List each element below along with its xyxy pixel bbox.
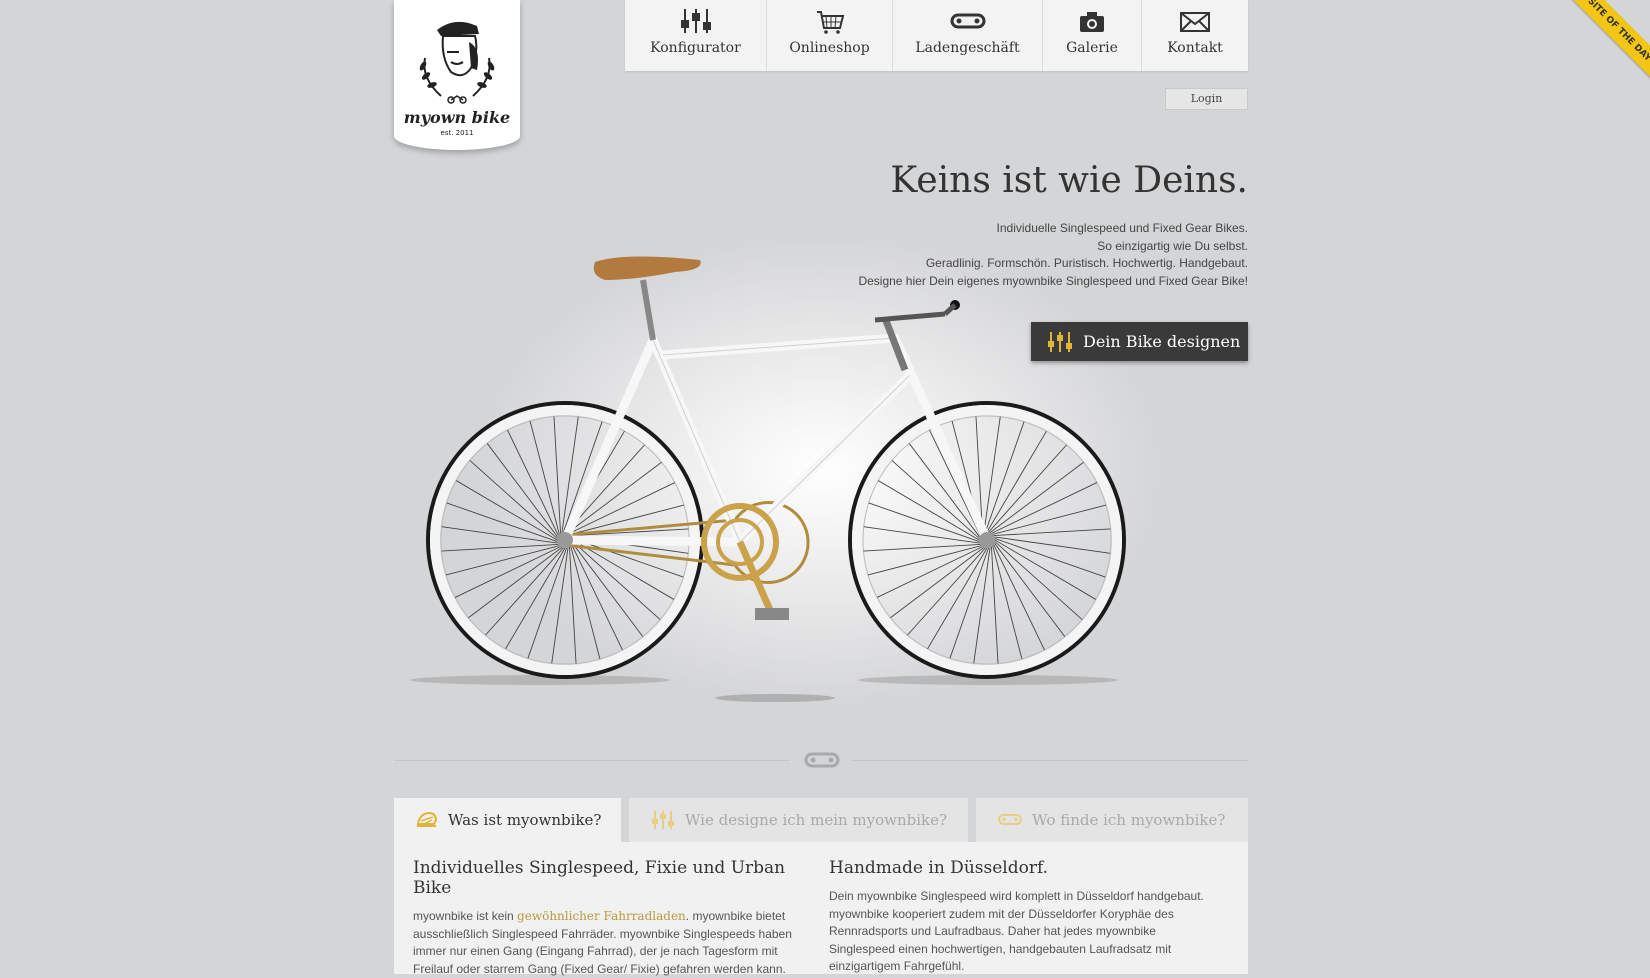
spoke <box>994 538 1106 578</box>
content-left-text: myownbike ist kein gewöhnlicher Fahrradl… <box>413 908 808 978</box>
chain-link-icon <box>804 752 840 768</box>
chain-link-icon <box>950 13 985 29</box>
spoke <box>994 536 1111 554</box>
nav-konfigurator[interactable]: Konfigurator <box>625 0 767 71</box>
spoke <box>929 429 981 536</box>
spoke <box>983 416 1001 533</box>
content-left: Individuelles Singlespeed, Fixie und Urb… <box>413 858 808 978</box>
nav-label: Ladengeschäft <box>915 40 1020 56</box>
tagline-line: So einzigartig wie Du selbst. <box>1097 238 1248 253</box>
content-right: Handmade in Düsseldorf. Dein myownbike S… <box>829 858 1224 976</box>
spoke <box>973 547 991 664</box>
design-bike-button[interactable]: Dein Bike designen <box>1031 322 1248 361</box>
main-nav: Konfigurator Onlineshop Ladengeschäft Ga… <box>625 0 1248 71</box>
spoke <box>993 544 1045 651</box>
content-left-intro: myownbike ist kein <box>413 909 518 923</box>
design-bike-label: Dein Bike designen <box>1083 332 1241 351</box>
cart-icon <box>816 11 844 34</box>
content-right-title: Handmade in Düsseldorf. <box>829 858 1049 878</box>
tab-wo-finde[interactable]: Wo finde ich myownbike? <box>976 798 1248 842</box>
spoke <box>868 502 980 542</box>
tab-was-ist[interactable]: Was ist myownbike? <box>394 798 621 842</box>
nav-label: Konfigurator <box>650 40 741 56</box>
chain-link-icon <box>998 814 1022 825</box>
tab-wie-designe[interactable]: Wie designe ich mein myownbike? <box>629 798 968 842</box>
logo-est: est. 2011 <box>440 129 474 137</box>
spoke <box>507 429 559 536</box>
nav-kontakt[interactable]: Kontakt <box>1142 0 1248 71</box>
tab-label: Wie designe ich mein myownbike? <box>685 811 948 829</box>
divider-left <box>394 760 790 761</box>
spoke <box>994 542 1066 637</box>
camera-icon <box>1080 12 1104 32</box>
logo-emblem-icon <box>419 21 495 104</box>
spoke <box>468 547 563 619</box>
nav-ladengeschaeft[interactable]: Ladengeschäft <box>893 0 1043 71</box>
fahrradladen-link[interactable]: gewöhnlicher Fahrradladen <box>517 909 686 923</box>
content-left-title: Individuelles Singlespeed, Fixie und Urb… <box>413 858 786 898</box>
sliders-icon <box>680 9 711 33</box>
bike-helmet-icon <box>416 811 438 827</box>
content-right-text: Dein myownbike Singlespeed wird komplett… <box>829 889 1204 973</box>
nav-onlineshop[interactable]: Onlineshop <box>767 0 893 71</box>
spoke <box>863 526 980 544</box>
sliders-icon <box>1048 331 1072 352</box>
spoke <box>989 461 1084 533</box>
bike-image <box>410 256 1126 702</box>
tagline-line: Individuelle Singlespeed und Fixed Gear … <box>996 221 1248 235</box>
info-tabs: Was ist myownbike? Wie designe ich mein … <box>394 798 1248 842</box>
tab-panel: Individuelles Singlespeed, Fixie und Urb… <box>394 842 1248 976</box>
logo-name: myown bike <box>403 108 511 127</box>
spoke <box>876 546 983 598</box>
sliders-icon <box>652 811 674 829</box>
login-button[interactable]: Login <box>1165 88 1248 110</box>
hero-headline: Keins ist wie Deins. <box>890 160 1248 201</box>
divider-right <box>852 760 1248 761</box>
spoke <box>441 526 558 544</box>
nav-label: Galerie <box>1066 40 1118 56</box>
spoke <box>571 544 623 651</box>
spoke <box>985 421 1025 533</box>
envelope-icon <box>1180 12 1210 32</box>
nav-label: Onlineshop <box>789 40 870 56</box>
tab-label: Wo finde ich myownbike? <box>1032 811 1226 829</box>
hero-tagline: Individuelle Singlespeed und Fixed Gear … <box>858 220 1248 290</box>
tagline-line: Geradlinig. Formschön. Puristisch. Hochw… <box>925 256 1248 270</box>
spoke <box>890 547 985 619</box>
spoke <box>486 443 558 538</box>
spoke <box>446 502 558 542</box>
fwa-ribbon[interactable]: FWA SITE OF THE DAY <box>1552 0 1650 79</box>
spoke <box>551 547 569 664</box>
spoke <box>454 546 561 598</box>
nav-label: Kontakt <box>1167 40 1223 56</box>
spoke <box>991 482 1098 534</box>
spoke <box>949 547 989 659</box>
nav-galerie[interactable]: Galerie <box>1043 0 1142 71</box>
logo[interactable]: myown bike est. 2011 <box>394 0 520 150</box>
spoke <box>572 542 644 637</box>
tab-label: Was ist myownbike? <box>448 811 602 829</box>
spoke <box>527 547 567 659</box>
tagline-line: Designe hier Dein eigenes myownbike Sing… <box>858 273 1248 288</box>
